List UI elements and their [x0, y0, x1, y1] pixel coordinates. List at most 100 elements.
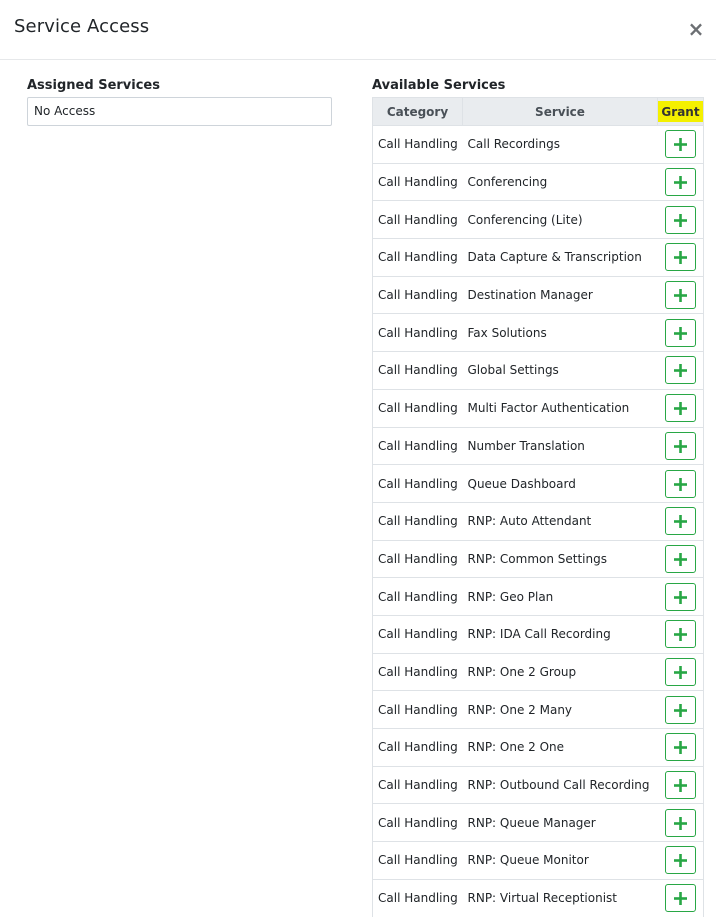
cell-grant — [657, 426, 704, 465]
cell-grant — [657, 501, 704, 541]
cell-service: RNP: Queue Monitor — [462, 841, 658, 880]
cell-grant — [657, 351, 704, 390]
grant-button[interactable] — [664, 318, 696, 347]
cell-grant — [657, 878, 704, 917]
table-row: Call Handling Conferencing (Lite) — [372, 200, 704, 239]
grant-button[interactable] — [664, 168, 696, 197]
cell-category: Call Handling — [372, 652, 463, 691]
cell-service: Data Capture & Transcription — [462, 238, 658, 277]
grant-button[interactable] — [664, 281, 696, 310]
available-services-title: Available Services — [372, 78, 506, 93]
cell-grant — [657, 841, 704, 880]
cell-service: Number Translation — [462, 426, 658, 465]
grant-button[interactable] — [664, 130, 696, 159]
cell-category: Call Handling — [372, 388, 463, 427]
cell-grant — [657, 539, 704, 578]
cell-service: Fax Solutions — [462, 313, 658, 352]
table-row: Call Handling Multi Factor Authentication — [372, 388, 704, 427]
grant-button[interactable] — [664, 205, 696, 234]
grant-button[interactable] — [664, 771, 696, 800]
grant-button[interactable] — [664, 695, 696, 724]
cell-grant — [657, 313, 704, 352]
plus-icon — [673, 326, 687, 340]
plus-icon — [673, 816, 687, 830]
service-access-modal: Service Access × Assigned Services No Ac… — [0, 0, 716, 917]
table-row: Call Handling Destination Manager — [372, 275, 704, 314]
grant-button[interactable] — [664, 469, 696, 498]
table-row: Call Handling Call Recordings — [372, 125, 704, 164]
cell-category: Call Handling — [372, 878, 463, 917]
grant-button[interactable] — [664, 846, 696, 875]
grant-button[interactable] — [664, 507, 696, 536]
table-row: Call Handling RNP: Queue Manager — [372, 803, 704, 842]
cell-service: Queue Dashboard — [462, 464, 658, 503]
grant-button[interactable] — [664, 431, 696, 460]
table-row: Call Handling RNP: Common Settings — [372, 539, 704, 578]
cell-service: RNP: IDA Call Recording — [462, 614, 658, 654]
cell-service: Conferencing (Lite) — [462, 200, 658, 239]
cell-grant — [657, 125, 704, 164]
column-header-category: Category — [372, 97, 463, 126]
plus-icon — [673, 515, 687, 529]
cell-category: Call Handling — [372, 803, 463, 842]
grant-button[interactable] — [664, 620, 696, 649]
plus-icon — [673, 552, 687, 566]
table-row: Call Handling RNP: Outbound Call Recordin… — [372, 765, 704, 804]
available-services-table: Category Service Grant Call Handling Call… — [372, 97, 704, 917]
cell-grant — [657, 464, 704, 503]
table-row: Call Handling Data Capture & Transcriptio… — [372, 238, 704, 277]
cell-grant — [657, 162, 704, 201]
cell-category: Call Handling — [372, 690, 463, 729]
grant-button[interactable] — [664, 243, 696, 272]
cell-grant — [657, 275, 704, 314]
grant-button[interactable] — [664, 544, 696, 573]
grant-button[interactable] — [664, 582, 696, 611]
cell-category: Call Handling — [372, 539, 463, 578]
cell-service: RNP: Virtual Receptionist — [462, 878, 658, 917]
table-row: Call Handling RNP: One 2 One — [372, 728, 704, 767]
table-row: Call Handling RNP: One 2 Many — [372, 690, 704, 729]
table-row: Call Handling Fax Solutions — [372, 313, 704, 352]
cell-grant — [657, 803, 704, 842]
cell-category: Call Handling — [372, 426, 463, 465]
table-row: Call Handling RNP: Auto Attendant — [372, 501, 704, 541]
plus-icon — [673, 854, 687, 868]
plus-icon — [673, 590, 687, 604]
grant-button[interactable] — [664, 356, 696, 385]
cell-category: Call Handling — [372, 728, 463, 767]
grant-button[interactable] — [664, 657, 696, 686]
cell-grant — [657, 238, 704, 277]
grant-button[interactable] — [664, 733, 696, 762]
cell-category: Call Handling — [372, 577, 463, 616]
plus-icon — [673, 289, 687, 303]
assigned-service-value: No Access — [34, 104, 96, 118]
table-row: Call Handling Global Settings — [372, 351, 704, 390]
grant-header-label: Grant — [658, 101, 703, 122]
cell-category: Call Handling — [372, 162, 463, 201]
plus-icon — [673, 741, 687, 755]
plus-icon — [673, 364, 687, 378]
close-icon[interactable]: × — [686, 19, 706, 39]
cell-service: Destination Manager — [462, 275, 658, 314]
cell-grant — [657, 614, 704, 654]
table-row: Call Handling RNP: One 2 Group — [372, 652, 704, 691]
cell-grant — [657, 388, 704, 427]
table-row: Call Handling RNP: Virtual Receptionist — [372, 878, 704, 917]
plus-icon — [673, 213, 687, 227]
grant-button[interactable] — [664, 394, 696, 423]
cell-service: RNP: Common Settings — [462, 539, 658, 578]
table-row: Call Handling RNP: Queue Monitor — [372, 841, 704, 880]
table-row: Call Handling Queue Dashboard — [372, 464, 704, 503]
cell-grant — [657, 200, 704, 239]
column-header-grant: Grant — [657, 97, 704, 126]
cell-category: Call Handling — [372, 841, 463, 880]
grant-button[interactable] — [664, 808, 696, 837]
plus-icon — [673, 628, 687, 642]
grant-button[interactable] — [664, 884, 696, 913]
plus-icon — [673, 665, 687, 679]
cell-grant — [657, 728, 704, 767]
modal-header: Service Access × — [0, 0, 716, 60]
cell-category: Call Handling — [372, 501, 463, 541]
plus-icon — [673, 402, 687, 416]
cell-grant — [657, 652, 704, 691]
